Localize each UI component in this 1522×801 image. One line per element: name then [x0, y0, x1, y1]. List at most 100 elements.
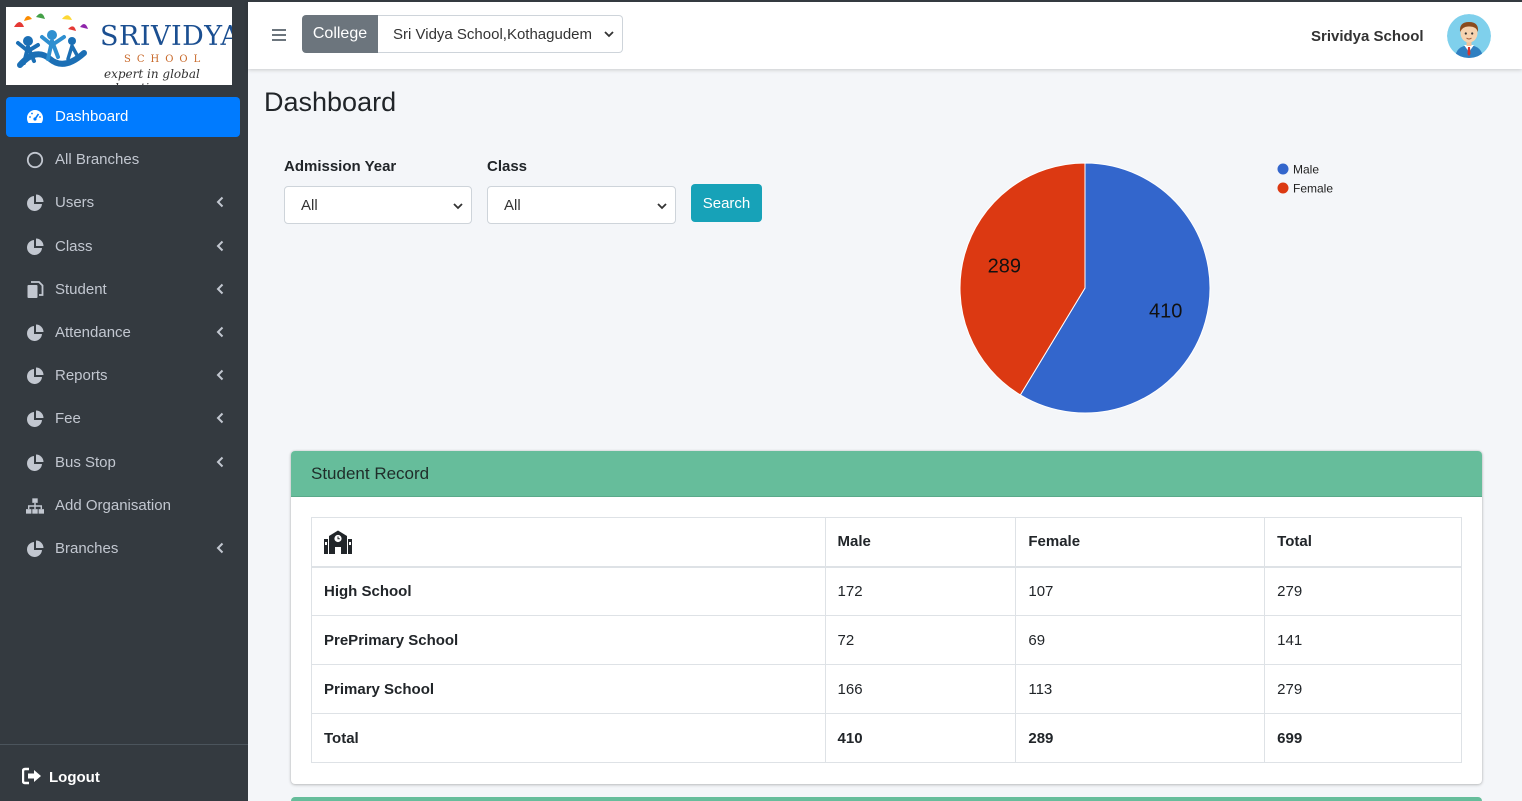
table-row: PrePrimary School 72 69 141	[311, 615, 1462, 665]
chevron-left-icon	[216, 283, 224, 294]
total-column-header: Total	[1264, 517, 1462, 568]
top-navbar: College Sri Vidya School,Kothagudem Sriv…	[248, 0, 1522, 69]
pie-data-label: 410	[1149, 300, 1182, 322]
sidebar-item-all-branches[interactable]: All Branches	[6, 140, 240, 180]
avatar[interactable]	[1447, 14, 1491, 58]
legend-label[interactable]: Female	[1293, 182, 1333, 196]
college-select-value: Sri Vidya School,Kothagudem	[393, 25, 593, 43]
male-cell: 410	[824, 713, 1017, 763]
sidebar-item-label: Dashboard	[55, 108, 129, 125]
class-value: All	[504, 196, 521, 214]
brand-logo[interactable]: SRIVIDYA SCHOOL expert in global educati…	[6, 7, 232, 85]
male-cell: 172	[824, 566, 1017, 616]
legend-label[interactable]: Male	[1293, 163, 1319, 177]
chevron-left-icon	[216, 197, 224, 208]
page-title: Dashboard	[264, 87, 397, 117]
sidebar-item-dashboard[interactable]: Dashboard	[6, 97, 240, 137]
copy-icon	[27, 280, 44, 298]
student-record-card: Student Record Male Female Total High Sc…	[291, 451, 1482, 784]
sidebar-item-label: Fee	[55, 410, 81, 428]
sidebar-item-add-organisation[interactable]: Add Organisation	[6, 486, 240, 526]
table-header-row: Male Female Total	[311, 517, 1462, 568]
sidebar: SRIVIDYA SCHOOL expert in global educati…	[0, 0, 248, 801]
logo-figures-icon	[14, 13, 88, 68]
brand-tagline: expert in global education..	[104, 67, 200, 85]
chevron-left-icon	[216, 240, 224, 251]
row-label: PrePrimary School	[311, 615, 826, 665]
hamburger-menu-icon[interactable]	[272, 28, 286, 42]
female-column-header: Female	[1015, 517, 1266, 568]
sidebar-item-label: Bus Stop	[55, 453, 116, 471]
logout-label: Logout	[49, 769, 100, 786]
brand-name: SRIVIDYA	[100, 21, 232, 52]
school-icon	[324, 530, 352, 554]
chevron-left-icon	[216, 369, 224, 381]
pie-chart-icon	[27, 324, 44, 341]
sidebar-item-label: Add Organisation	[55, 496, 171, 514]
chevron-down-icon	[453, 203, 463, 210]
female-cell: 289	[1015, 713, 1266, 763]
chevron-left-icon	[216, 413, 224, 424]
pie-chart-icon	[27, 410, 44, 428]
female-cell: 107	[1015, 566, 1266, 616]
chevron-down-icon	[604, 31, 614, 38]
sidebar-item-attendance[interactable]: Attendance	[6, 313, 240, 353]
sidebar-item-student[interactable]: Student	[6, 270, 240, 310]
logout-button[interactable]: Logout	[0, 744, 248, 801]
male-cell: 72	[824, 615, 1017, 665]
table-row: Primary School 166 113 279	[311, 664, 1462, 714]
sidebar-item-label: Attendance	[55, 323, 131, 341]
college-selector: College Sri Vidya School,Kothagudem	[302, 15, 623, 53]
sidebar-item-label: Users	[55, 194, 95, 212]
class-select[interactable]: All	[487, 186, 676, 224]
gender-pie-chart: 410 289 Male Female	[959, 162, 1333, 414]
table-row: High School 172 107 279	[311, 566, 1462, 616]
pie-chart-icon	[27, 367, 44, 385]
table-total-row: Total 410 289 699	[311, 713, 1462, 763]
student-record-table: Male Female Total High School 172 107 27…	[311, 517, 1462, 763]
card-title: Student Record	[311, 464, 430, 483]
sidebar-item-label: Student	[55, 280, 107, 298]
legend-swatch	[1277, 182, 1289, 194]
chevron-left-icon	[216, 326, 224, 338]
sidebar-nav: Dashboard All Branches Users Class Stude…	[6, 97, 240, 572]
next-card-header-edge	[291, 797, 1482, 801]
chevron-down-icon	[657, 203, 667, 210]
sidebar-item-users[interactable]: Users	[6, 183, 240, 223]
card-header: Student Record	[291, 451, 1482, 497]
college-select[interactable]: Sri Vidya School,Kothagudem	[378, 15, 623, 53]
total-cell: 141	[1264, 615, 1462, 665]
sidebar-item-label: Class	[55, 237, 93, 255]
sidebar-item-label: All Branches	[55, 151, 140, 169]
circle-icon	[26, 152, 44, 169]
total-cell: 279	[1264, 566, 1462, 616]
pie-chart-icon	[27, 454, 44, 471]
male-cell: 166	[824, 664, 1017, 714]
search-button[interactable]: Search	[691, 184, 762, 222]
sidebar-item-reports[interactable]: Reports	[6, 356, 240, 396]
pie-data-label: 289	[988, 256, 1021, 278]
admission-year-value: All	[301, 196, 318, 214]
female-cell: 69	[1015, 615, 1266, 665]
male-column-header: Male	[824, 517, 1017, 568]
sidebar-item-bus-stop[interactable]: Bus Stop	[6, 443, 240, 483]
admission-year-label: Admission Year	[284, 158, 397, 175]
row-label: Primary School	[311, 664, 826, 714]
class-label: Class	[487, 158, 528, 175]
user-school-name[interactable]: Srividya School	[1311, 28, 1424, 45]
sidebar-item-class[interactable]: Class	[6, 227, 240, 267]
college-label: College	[302, 15, 378, 53]
total-cell: 699	[1264, 713, 1462, 763]
school-column-header	[311, 517, 826, 568]
admission-year-select[interactable]: All	[284, 186, 472, 224]
sidebar-item-fee[interactable]: Fee	[6, 399, 240, 439]
sidebar-item-branches[interactable]: Branches	[6, 529, 240, 569]
chevron-left-icon	[216, 542, 224, 554]
row-label: High School	[311, 566, 826, 616]
brand-sub: SCHOOL	[124, 54, 207, 65]
pie-chart-icon	[27, 238, 44, 255]
chevron-left-icon	[216, 456, 224, 467]
row-label: Total	[311, 713, 826, 763]
pie-chart-icon	[27, 194, 44, 212]
legend-swatch	[1277, 163, 1289, 175]
